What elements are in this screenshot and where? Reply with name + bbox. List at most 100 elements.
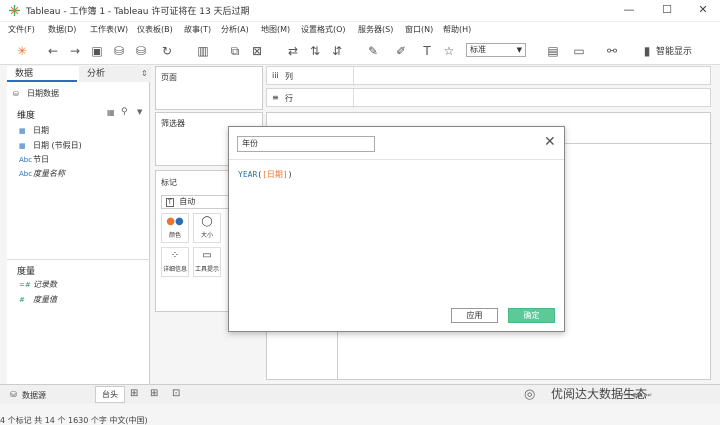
refresh-icon[interactable]: ↻	[160, 44, 174, 58]
field-name: 日期	[33, 126, 49, 135]
field-item[interactable]: # 度量值	[19, 294, 57, 305]
show-cards-icon[interactable]: ▤	[546, 44, 560, 58]
menu-server[interactable]: 服务器(S)	[358, 24, 393, 35]
pane-menu-icon[interactable]: ⇕	[141, 69, 148, 78]
ok-button[interactable]: 确定	[508, 308, 555, 323]
mark-type-icon: T	[166, 198, 174, 207]
database-icon: ⛁	[10, 390, 17, 399]
field-name: 度量名称	[33, 169, 65, 178]
watermark-text: 优阅达大数据生态	[551, 387, 648, 401]
field-name: 日期 (节假日)	[33, 141, 82, 150]
chevron-down-icon: ▼	[516, 46, 522, 54]
columns-shelf[interactable]: iii 列	[266, 66, 711, 86]
toolbar: ✳ ← → ▣ ⛁ ⛁ ↻ ▥ ⧉ ⊠ ⇄ ⇅ ⇵ ✎ ✐ T ☆ 标准 ▼ ▤…	[0, 38, 720, 65]
pin-icon[interactable]: ☆	[442, 44, 456, 58]
sort-descending-icon[interactable]: ⇵	[330, 44, 344, 58]
columns-icon: iii	[272, 71, 279, 80]
field-item[interactable]: =# 记录数	[19, 279, 57, 290]
calculation-name-input[interactable]: 年份	[237, 136, 375, 152]
sheet-tab-label: 台头	[102, 390, 118, 399]
pages-pane[interactable]: 页面	[155, 66, 263, 110]
presentation-icon[interactable]: ▭	[572, 44, 586, 58]
view-toggle-icon[interactable]: ▦	[107, 108, 115, 117]
field-name: 度量值	[33, 295, 57, 304]
field-item[interactable]: ▦ 日期 (节假日)	[19, 140, 82, 151]
share-icon[interactable]: ⚯	[605, 44, 619, 58]
redo-icon[interactable]: →	[68, 44, 82, 58]
menu-analysis[interactable]: 分析(A)	[221, 24, 249, 35]
calendar-icon: ▦	[19, 142, 26, 150]
menu-map[interactable]: 地图(M)	[261, 24, 290, 35]
formula-paren-close: )	[287, 170, 293, 179]
duplicate-sheet-icon[interactable]: ⧉	[228, 44, 242, 58]
status-text: 4 个标记 共 14 个 1630 个字 中文(中国)	[0, 416, 148, 425]
data-pane: 数据 分析 ⇕ ⛁ 日期数据 维度 ▦ ⚲ ▼ ▦ 日期 ▦ 日期 (节假日) Abc…	[7, 66, 151, 384]
field-item[interactable]: Abc节日	[19, 154, 49, 165]
view-mode-select[interactable]: 标准 ▼	[466, 43, 526, 57]
tooltip-icon: ▭	[202, 250, 212, 261]
calculation-dialog: 年份 ✕ YEAR([日期]) 应用 确定	[228, 126, 565, 332]
new-worksheet-icon[interactable]: ⊞	[130, 388, 138, 399]
menu-dashboard[interactable]: 仪表板(B)	[137, 24, 173, 35]
rows-label: 行	[285, 94, 293, 103]
tableau-logo-icon	[8, 4, 21, 17]
menu-worksheet[interactable]: 工作表(W)	[90, 24, 128, 35]
maximize-button[interactable]: ☐	[660, 3, 674, 17]
rows-shelf[interactable]: ≡ 行	[266, 88, 711, 108]
smart-display-button[interactable]: 智能显示	[656, 44, 692, 57]
menu-story[interactable]: 故事(T)	[184, 24, 211, 35]
number-icon: =#	[19, 281, 31, 289]
new-datasource-icon[interactable]: ⛁	[112, 44, 126, 58]
divider	[7, 259, 150, 260]
mark-type-value: 自动	[179, 197, 196, 206]
wechat-icon: ◎	[524, 387, 536, 402]
datasource-item[interactable]: ⛁ 日期数据	[13, 88, 59, 99]
color-card[interactable]: ●● 颜色	[161, 213, 189, 243]
new-dashboard-icon[interactable]: ⊞	[150, 388, 158, 399]
mark-type-select[interactable]: T 自动	[161, 195, 231, 209]
field-item[interactable]: Abc度量名称	[19, 168, 65, 179]
formula-function: YEAR	[238, 170, 258, 179]
marks-title: 标记	[161, 178, 177, 187]
menu-file[interactable]: 文件(F)	[8, 24, 35, 35]
field-name: 记录数	[33, 280, 57, 289]
measures-title: 度量	[17, 267, 36, 277]
tab-data[interactable]: 数据	[7, 66, 77, 82]
tableau-home-icon[interactable]: ✳	[15, 44, 29, 58]
swap-icon[interactable]: ⇄	[286, 44, 300, 58]
title-bar: Tableau - 工作簿 1 - Tableau 许可证将在 13 天后过期 …	[0, 0, 720, 22]
chevron-down-icon[interactable]: ▼	[137, 108, 142, 116]
sort-ascending-icon[interactable]: ⇅	[308, 44, 322, 58]
field-item[interactable]: ▦ 日期	[19, 125, 49, 136]
new-sheet-icon[interactable]: ▥	[196, 44, 210, 58]
close-window-button[interactable]: ✕	[696, 3, 710, 17]
menu-format[interactable]: 设置格式(O)	[301, 24, 346, 35]
sheet-tab[interactable]: 台头	[95, 386, 125, 403]
highlight-icon[interactable]: ✎	[366, 44, 380, 58]
smart-display-icon[interactable]: ▮	[640, 44, 654, 58]
menu-help[interactable]: 帮助(H)	[443, 24, 471, 35]
undo-icon[interactable]: ←	[46, 44, 60, 58]
size-icon: ◯	[201, 216, 213, 227]
search-icon[interactable]: ⚲	[121, 107, 128, 117]
datasource-tab[interactable]: 数据源	[22, 390, 46, 401]
menu-data[interactable]: 数据(D)	[48, 24, 76, 35]
formula-editor[interactable]: YEAR([日期])	[238, 169, 293, 180]
size-card[interactable]: ◯ 大小	[193, 213, 221, 243]
group-icon[interactable]: ✐	[394, 44, 408, 58]
size-card-label: 大小	[200, 232, 213, 239]
minimize-button[interactable]: —	[622, 3, 636, 17]
clear-sheet-icon[interactable]: ⊠	[250, 44, 264, 58]
apply-button[interactable]: 应用	[451, 308, 498, 323]
pages-title: 页面	[161, 73, 177, 82]
detail-card[interactable]: ⁘ 详细信息	[161, 247, 189, 277]
new-story-icon[interactable]: ⊡	[172, 388, 180, 399]
tooltip-card[interactable]: ▭ 工具提示	[193, 247, 221, 277]
tab-data-label: 数据	[15, 69, 34, 79]
number-icon: #	[19, 296, 25, 304]
save-icon[interactable]: ▣	[90, 44, 104, 58]
labels-icon[interactable]: T	[420, 44, 434, 58]
close-icon[interactable]: ✕	[544, 135, 556, 149]
pause-updates-icon[interactable]: ⛁	[134, 44, 148, 58]
menu-window[interactable]: 窗口(N)	[405, 24, 433, 35]
